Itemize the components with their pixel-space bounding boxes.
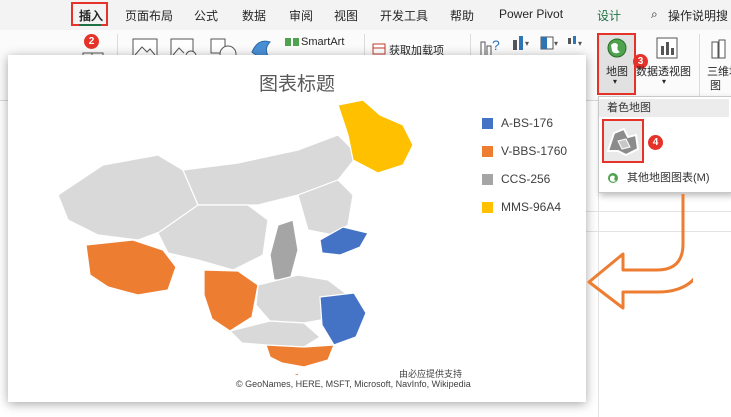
filled-map-icon bbox=[606, 127, 640, 157]
other-map-charts-label: 其他地图图表(M) bbox=[627, 172, 710, 184]
tab-view[interactable]: 视图 bbox=[334, 7, 358, 24]
tab-design[interactable]: 设计 bbox=[597, 7, 621, 24]
waterfall-chart-icon[interactable]: ▾ bbox=[566, 34, 588, 52]
svg-text:?: ? bbox=[492, 37, 500, 53]
region-south[interactable] bbox=[228, 320, 322, 348]
legend-swatch bbox=[482, 118, 493, 129]
tab-page-layout[interactable]: 页面布局 bbox=[125, 7, 173, 24]
other-map-charts-item[interactable]: 其他地图图表(M) bbox=[599, 169, 729, 187]
map-chart[interactable]: 图表标题 A-BS-176 V-BBS-1760 CCS-256 MMS-96A… bbox=[8, 55, 586, 402]
filled-map-option[interactable] bbox=[602, 119, 644, 163]
ribbon-tab-bar: 插入 页面布局 公式 数据 审阅 视图 开发工具 帮助 Power Pivot … bbox=[0, 0, 731, 30]
tab-help[interactable]: 帮助 bbox=[450, 7, 474, 24]
region-sichuan[interactable] bbox=[203, 269, 259, 332]
legend-label: MMS-96A4 bbox=[501, 200, 562, 214]
smartart-button[interactable]: SmartArt bbox=[301, 36, 344, 48]
legend-label: A-BS-176 bbox=[501, 116, 554, 130]
store-icon[interactable] bbox=[372, 43, 386, 55]
china-map bbox=[57, 99, 414, 375]
svg-text:▾: ▾ bbox=[554, 39, 558, 48]
smartart-icon[interactable] bbox=[284, 36, 300, 48]
tab-power-pivot[interactable]: Power Pivot bbox=[499, 7, 563, 21]
separator bbox=[699, 34, 700, 96]
legend-swatch bbox=[482, 202, 493, 213]
legend-label: V-BBS-1760 bbox=[501, 144, 568, 158]
chevron-down-icon: ▾ bbox=[613, 77, 618, 86]
region-tibet[interactable] bbox=[85, 239, 177, 296]
map-dropdown-menu: 着色地图 4 其他地图图表(M) bbox=[598, 96, 731, 193]
tell-me-search[interactable]: 操作说明搜 bbox=[668, 7, 728, 24]
step-badge-2: 2 bbox=[84, 34, 99, 49]
step-badge-4: 4 bbox=[648, 135, 663, 150]
insert-tab-highlight bbox=[71, 2, 108, 26]
active-tab-underline bbox=[79, 24, 101, 26]
globe-icon[interactable] bbox=[606, 37, 628, 59]
chevron-down-icon: ▾ bbox=[662, 77, 667, 86]
search-icon[interactable]: ⌕ bbox=[651, 7, 658, 22]
tab-review[interactable]: 审阅 bbox=[289, 7, 313, 24]
column-chart-icon[interactable]: ▾ bbox=[510, 34, 532, 52]
pointer-arrow-icon bbox=[587, 194, 693, 310]
3d-map-button-line2: 图 bbox=[710, 80, 721, 92]
hierarchy-chart-icon[interactable]: ▾ bbox=[539, 34, 561, 52]
region-fujian[interactable] bbox=[319, 292, 367, 346]
svg-text:▾: ▾ bbox=[578, 39, 582, 48]
tab-data[interactable]: 数据 bbox=[242, 7, 266, 24]
tab-formulas[interactable]: 公式 bbox=[194, 7, 218, 24]
tab-developer[interactable]: 开发工具 bbox=[380, 7, 428, 24]
legend-swatch bbox=[482, 174, 493, 185]
globe-icon bbox=[608, 173, 618, 183]
filled-map-section-header: 着色地图 bbox=[599, 99, 729, 117]
region-shanxi[interactable] bbox=[269, 219, 299, 281]
pivot-chart-icon[interactable] bbox=[655, 36, 679, 60]
3d-map-icon[interactable] bbox=[710, 38, 730, 60]
region-hainan[interactable] bbox=[288, 372, 302, 375]
svg-text:▾: ▾ bbox=[525, 39, 529, 48]
map-data-attribution: © GeoNames, HERE, MSFT, Microsoft, NavIn… bbox=[236, 379, 471, 389]
legend-label: CCS-256 bbox=[501, 172, 551, 186]
legend-swatch bbox=[482, 146, 493, 157]
region-guangdong[interactable] bbox=[265, 344, 335, 368]
